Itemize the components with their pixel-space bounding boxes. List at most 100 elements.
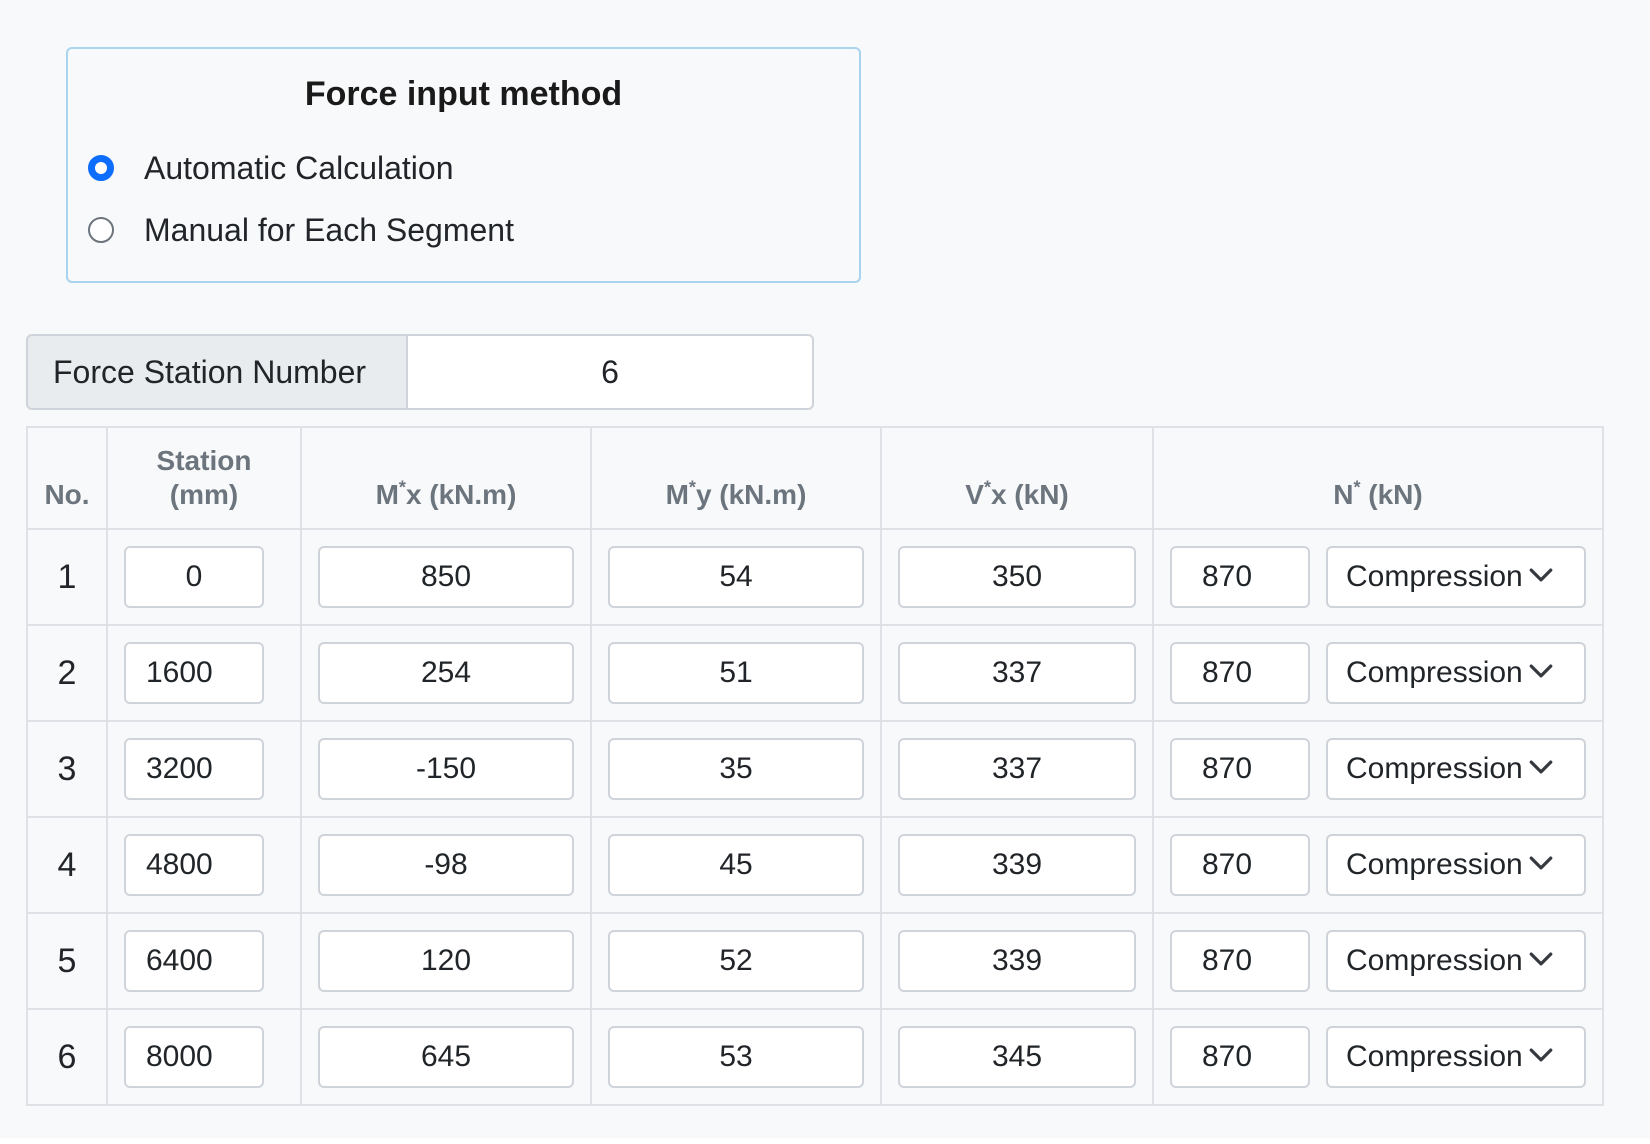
station-input[interactable] (124, 1026, 264, 1088)
station-input[interactable] (124, 642, 264, 704)
header-station-line1: Station (156, 445, 252, 476)
my-input[interactable] (608, 546, 864, 608)
n-input[interactable] (1170, 1026, 1310, 1088)
radio-button-manual[interactable] (88, 217, 114, 243)
table-row: 5 Compression (26, 912, 1604, 1010)
mx-cell (300, 1008, 592, 1106)
vx-cell (880, 1008, 1154, 1106)
n-input-group: Compression (1170, 1026, 1602, 1088)
radio-label-manual: Manual for Each Segment (144, 211, 514, 248)
my-input[interactable] (608, 642, 864, 704)
n-input[interactable] (1170, 930, 1310, 992)
my-input[interactable] (608, 738, 864, 800)
vx-cell (880, 816, 1154, 914)
my-cell (590, 624, 882, 722)
n-cell: Compression (1152, 528, 1604, 626)
header-mx-post: x (kN.m) (405, 479, 517, 510)
n-input[interactable] (1170, 642, 1310, 704)
radio-automatic-calculation[interactable]: Automatic Calculation (88, 148, 453, 188)
vx-input[interactable] (898, 738, 1136, 800)
my-cell (590, 528, 882, 626)
station-cell (106, 720, 302, 818)
mx-input[interactable] (318, 1026, 574, 1088)
chevron-down-icon (1529, 856, 1553, 870)
force-type-select[interactable]: Compression (1326, 546, 1586, 608)
mx-cell (300, 720, 592, 818)
station-input[interactable] (124, 738, 264, 800)
row-number: 3 (26, 720, 108, 818)
mx-input[interactable] (318, 930, 574, 992)
row-number: 2 (26, 624, 108, 722)
force-input-method-group: Force input method Automatic Calculation… (66, 47, 861, 283)
radio-button-automatic[interactable] (88, 155, 114, 181)
vx-input[interactable] (898, 1026, 1136, 1088)
n-input-group: Compression (1170, 546, 1602, 608)
n-input-group: Compression (1170, 834, 1602, 896)
chevron-down-icon (1529, 568, 1553, 582)
n-input[interactable] (1170, 834, 1310, 896)
n-input-group: Compression (1170, 738, 1602, 800)
force-station-number-label: Force Station Number (26, 334, 408, 410)
header-mx-pre: M (375, 479, 399, 510)
force-type-select[interactable]: Compression (1326, 1026, 1586, 1088)
force-type-select-value: Compression (1346, 944, 1523, 977)
force-type-select[interactable]: Compression (1326, 738, 1586, 800)
mx-input[interactable] (318, 546, 574, 608)
chevron-down-icon (1529, 952, 1553, 966)
n-input-group: Compression (1170, 642, 1602, 704)
force-type-select[interactable]: Compression (1326, 642, 1586, 704)
mx-cell (300, 528, 592, 626)
force-station-number-group: Force Station Number (26, 334, 814, 410)
station-cell (106, 624, 302, 722)
vx-cell (880, 720, 1154, 818)
n-input[interactable] (1170, 546, 1310, 608)
header-n-sup: * (1353, 477, 1361, 498)
header-my-post: y (kN.m) (695, 479, 807, 510)
n-input[interactable] (1170, 738, 1310, 800)
force-type-select-value: Compression (1346, 656, 1523, 689)
header-vx: V*x (kN) (880, 426, 1154, 530)
vx-cell (880, 912, 1154, 1010)
mx-input[interactable] (318, 834, 574, 896)
table-row: 4 Compression (26, 816, 1604, 914)
n-cell: Compression (1152, 1008, 1604, 1106)
force-type-select-value: Compression (1346, 848, 1523, 881)
header-vx-pre: V (965, 479, 984, 510)
header-my-sup: * (688, 477, 696, 498)
force-panel: Force input method Automatic Calculation… (0, 0, 1650, 1138)
my-cell (590, 816, 882, 914)
header-vx-sup: * (983, 477, 991, 498)
station-cell (106, 528, 302, 626)
vx-input[interactable] (898, 546, 1136, 608)
force-type-select-value: Compression (1346, 1040, 1523, 1073)
mx-input[interactable] (318, 738, 574, 800)
station-input[interactable] (124, 546, 264, 608)
header-station: Station (mm) (106, 426, 302, 530)
mx-cell (300, 912, 592, 1010)
header-mx: M*x (kN.m) (300, 426, 592, 530)
header-vx-post: x (kN) (990, 479, 1069, 510)
vx-input[interactable] (898, 642, 1136, 704)
header-mx-sup: * (398, 477, 406, 498)
force-stations-table: No. Station (mm) M*x (kN.m) M*y (kN.m) V*… (26, 426, 1604, 1106)
vx-input[interactable] (898, 930, 1136, 992)
station-input[interactable] (124, 834, 264, 896)
force-type-select[interactable]: Compression (1326, 930, 1586, 992)
n-cell: Compression (1152, 624, 1604, 722)
station-cell (106, 1008, 302, 1106)
vx-input[interactable] (898, 834, 1136, 896)
force-type-select[interactable]: Compression (1326, 834, 1586, 896)
force-type-select-value: Compression (1346, 560, 1523, 593)
my-cell (590, 1008, 882, 1106)
station-input[interactable] (124, 930, 264, 992)
mx-input[interactable] (318, 642, 574, 704)
row-number: 1 (26, 528, 108, 626)
my-input[interactable] (608, 1026, 864, 1088)
my-input[interactable] (608, 834, 864, 896)
my-input[interactable] (608, 930, 864, 992)
chevron-down-icon (1529, 664, 1553, 678)
force-station-number-input[interactable] (408, 334, 814, 410)
radio-manual-each-segment[interactable]: Manual for Each Segment (88, 210, 514, 250)
my-cell (590, 720, 882, 818)
n-cell: Compression (1152, 720, 1604, 818)
